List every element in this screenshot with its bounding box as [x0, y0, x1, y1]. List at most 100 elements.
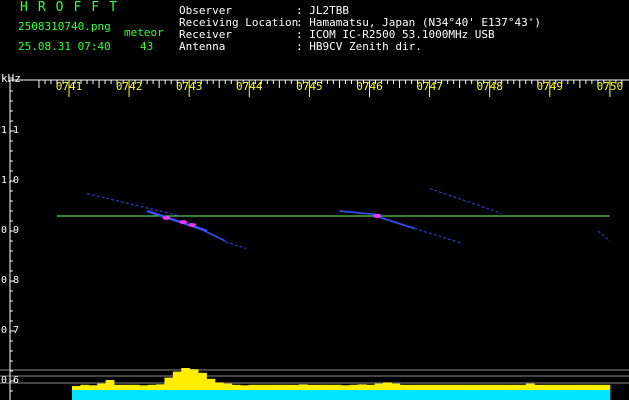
- level-bar-base: [290, 390, 300, 400]
- receiver-label: Receiver: [179, 28, 232, 41]
- level-bar-base: [181, 390, 191, 400]
- level-bar-base: [164, 390, 174, 400]
- level-bar-peak: [181, 368, 191, 390]
- time-tick-label: 0748: [476, 80, 503, 93]
- level-bar-base: [382, 390, 392, 400]
- level-bar-peak: [298, 384, 308, 390]
- level-bar-base: [307, 390, 317, 400]
- time-tick-label: 0741: [55, 80, 83, 93]
- level-bar-peak: [500, 384, 510, 390]
- level-bar-peak: [172, 371, 182, 390]
- time-tick-label: 0742: [115, 80, 143, 93]
- level-bar-peak: [307, 384, 317, 390]
- level-bar-peak: [349, 384, 359, 390]
- level-bar-peak: [374, 383, 384, 390]
- level-bar-peak: [601, 384, 611, 390]
- frequency-tick-label: 0.6: [1, 375, 20, 386]
- level-bar-peak: [88, 385, 98, 390]
- level-bar-base: [72, 390, 81, 400]
- meteor-head: [179, 220, 188, 224]
- level-bar-base: [223, 390, 233, 400]
- level-bar-base: [282, 390, 291, 400]
- level-bar-peak: [139, 385, 149, 390]
- level-bar-base: [416, 390, 426, 400]
- level-bar-peak: [340, 385, 350, 390]
- meteor-head: [162, 216, 171, 220]
- level-bar-peak: [542, 384, 552, 390]
- meteor-trail: [86, 192, 181, 217]
- level-bar-peak: [273, 384, 283, 390]
- level-bar-base: [172, 390, 182, 400]
- level-bar-peak: [483, 384, 493, 390]
- level-bar-base: [525, 390, 535, 400]
- level-bar-base: [542, 390, 552, 400]
- receiver-value: : ICOM IC-R2500 53.1000MHz USB: [296, 28, 495, 41]
- level-bar-peak: [198, 372, 207, 390]
- level-bar-base: [399, 390, 409, 400]
- meteor-trail: [225, 241, 247, 250]
- observer-value: : JL2TBB: [296, 4, 349, 17]
- level-bar-peak: [475, 384, 485, 390]
- level-bar-base: [130, 390, 140, 400]
- level-bar-base: [424, 390, 434, 400]
- frequency-tick-label: 0.8: [1, 275, 20, 286]
- level-bar-base: [114, 390, 123, 400]
- level-bar-peak: [282, 384, 291, 390]
- level-bar-base: [483, 390, 493, 400]
- level-bar-base: [122, 390, 132, 400]
- meteor-trail: [375, 215, 415, 230]
- time-tick-label: 0750: [596, 80, 624, 93]
- image-filename: 2508310740.png: [18, 20, 111, 33]
- level-bar-base: [601, 390, 611, 400]
- level-bar-peak: [315, 384, 325, 390]
- location-label: Receiving Location: [179, 16, 299, 29]
- level-bar-peak: [424, 384, 434, 390]
- level-bar-peak: [223, 383, 233, 390]
- level-bar-base: [88, 390, 98, 400]
- level-bar-peak: [114, 384, 123, 390]
- level-bar-peak: [130, 384, 140, 390]
- meteor-trail: [429, 187, 502, 215]
- level-bar-peak: [156, 384, 165, 390]
- antenna-label: Antenna: [179, 40, 226, 53]
- level-bar-peak: [559, 384, 569, 390]
- level-bar-peak: [164, 377, 174, 390]
- level-bar-peak: [458, 384, 468, 390]
- level-bar-base: [509, 390, 518, 400]
- level-bar-base: [189, 390, 199, 400]
- meteor-head: [188, 223, 197, 227]
- level-bar-base: [273, 390, 283, 400]
- level-bar-base: [357, 390, 367, 400]
- level-bar-base: [433, 390, 443, 400]
- level-bar-base: [408, 390, 417, 400]
- level-bar-base: [458, 390, 468, 400]
- time-tick-label: 0746: [356, 80, 383, 93]
- level-bar-base: [593, 390, 602, 400]
- level-bar-base: [240, 390, 249, 400]
- level-bar-base: [324, 390, 333, 400]
- level-bar-peak: [408, 384, 417, 390]
- level-bar-peak: [517, 384, 527, 390]
- level-bar-base: [534, 390, 544, 400]
- level-bar-peak: [441, 384, 451, 390]
- level-bar-peak: [525, 383, 535, 390]
- level-bar-peak: [467, 384, 476, 390]
- level-bar-base: [559, 390, 569, 400]
- level-bar-peak: [147, 384, 157, 390]
- level-bar-peak: [189, 369, 199, 390]
- time-tick-label: 0749: [536, 80, 564, 93]
- level-bar-base: [198, 390, 207, 400]
- level-bar-base: [214, 390, 224, 400]
- level-bar-peak: [534, 384, 544, 390]
- level-bar-base: [551, 390, 560, 400]
- level-bar-base: [450, 390, 460, 400]
- meteor-count-value: 43: [140, 40, 154, 53]
- level-bar-peak: [382, 382, 392, 390]
- level-bar-peak: [265, 384, 275, 390]
- level-bar-base: [500, 390, 510, 400]
- frequency-tick-label: 0.9: [1, 225, 20, 236]
- level-bar-peak: [509, 384, 518, 390]
- level-band-lines: [0, 369, 629, 384]
- time-tick-label: 0743: [175, 80, 203, 93]
- level-bar-peak: [72, 386, 81, 390]
